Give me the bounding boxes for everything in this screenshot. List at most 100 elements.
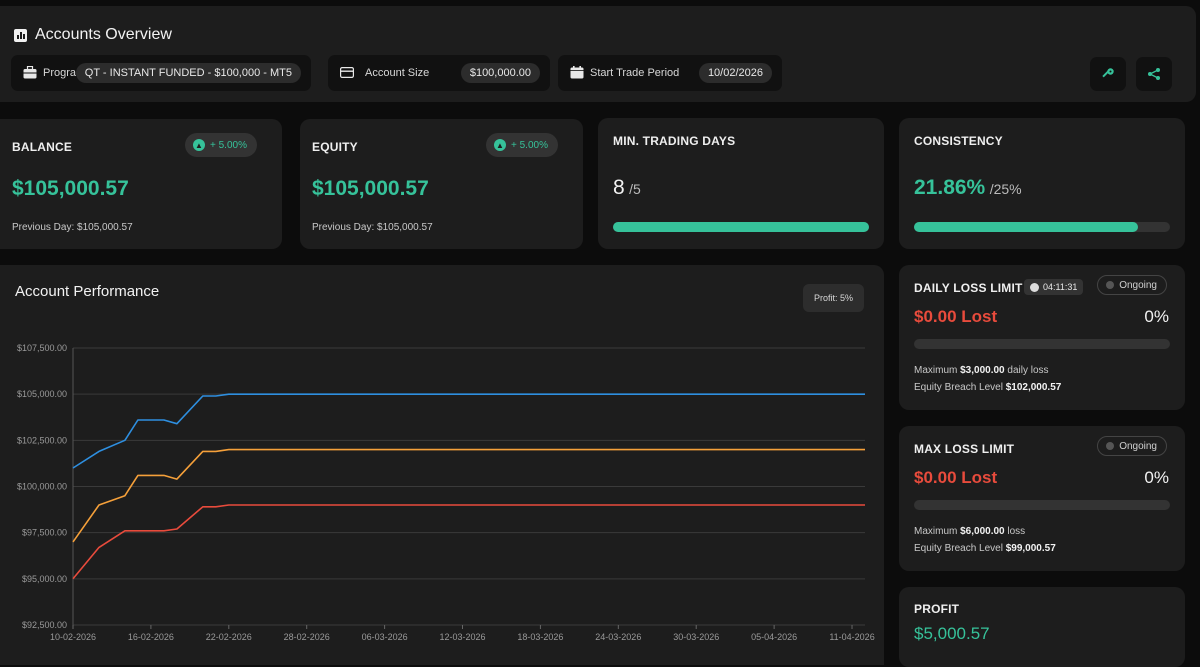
y-tick-label: $95,000.00 — [22, 574, 67, 584]
key-icon — [1102, 68, 1114, 78]
max-loss-status: Ongoing — [1097, 436, 1167, 456]
max-loss-maximum: Maximum $6,000.00 loss — [914, 526, 1025, 537]
daily-loss-timer: 04:11:31 — [1024, 279, 1084, 295]
equity-previous-day: Previous Day: $105,000.57 — [312, 222, 433, 233]
x-tick-label: 11-04-2026 — [829, 632, 874, 642]
x-tick-label: 12-03-2026 — [439, 632, 485, 642]
daily-loss-pct: 0% — [1144, 307, 1169, 326]
profit-card: PROFIT $5,000.57 — [899, 587, 1185, 667]
consistency-target: /25% — [989, 181, 1022, 197]
x-tick-label: 30-03-2026 — [673, 632, 719, 642]
start-trade-period-chip[interactable]: Start Trade Period 10/02/2026 — [558, 55, 782, 91]
x-tick-label: 10-02-2026 — [50, 632, 96, 642]
arrow-up-icon: ▲ — [494, 139, 506, 151]
status-dot-icon — [1106, 442, 1115, 450]
card-icon — [340, 67, 354, 78]
y-tick-label: $100,000.00 — [17, 482, 67, 492]
breach-prefix: Equity Breach Level — [914, 382, 1006, 393]
daily-loss-progress — [914, 339, 1170, 349]
x-tick-label: 16-02-2026 — [128, 632, 174, 642]
status-text: Ongoing — [1119, 440, 1157, 452]
start-trade-period-label: Start Trade Period — [590, 67, 680, 79]
daily-loss-status: Ongoing — [1097, 275, 1167, 295]
max-loss-limit-card: MAX LOSS LIMIT Ongoing $0.00 Lost 0% Max… — [899, 426, 1185, 571]
clock-icon — [1030, 282, 1039, 292]
equity-value: $105,000.57 — [312, 177, 429, 200]
daily-loss-breach: Equity Breach Level $102,000.57 — [914, 382, 1061, 393]
status-dot-icon — [1106, 281, 1115, 289]
daily-loss-limit-card: DAILY LOSS LIMIT 04:11:31 Ongoing $0.00 … — [899, 265, 1185, 410]
balance-card: BALANCE ▲ + 5.00% $105,000.57 Previous Da… — [0, 119, 282, 249]
x-tick-label: 28-02-2026 — [284, 632, 330, 642]
share-icon — [1148, 68, 1160, 80]
y-tick-label: $92,500.00 — [22, 620, 67, 630]
performance-chart: $92,500.00 $95,000.00 $97,500.00 $100,000.0… — [17, 343, 875, 642]
balance-change-text: + 5.00% — [210, 139, 247, 151]
min-trading-days-label: MIN. TRADING DAYS — [613, 134, 736, 148]
consistency-progress-fill — [914, 222, 1138, 232]
balance-change-badge: ▲ + 5.00% — [185, 133, 257, 157]
x-tick-label: 18-03-2026 — [517, 632, 563, 642]
program-chip[interactable]: Program QT - INSTANT FUNDED - $100,000 -… — [11, 55, 311, 91]
y-tick-label: $105,000.00 — [17, 389, 67, 399]
consistency-progress — [914, 222, 1170, 232]
account-performance-panel: Account Performance Profit: 5% $92,500.0… — [0, 265, 884, 665]
x-tick-label: 06-03-2026 — [362, 632, 408, 642]
profit-value: $5,000.57 — [914, 624, 990, 643]
accounts-overview-header: Accounts Overview Program QT - INSTANT F… — [0, 6, 1196, 102]
page-title: Accounts Overview — [14, 26, 172, 44]
consistency-label: CONSISTENCY — [914, 134, 1003, 148]
max-loss-pct: 0% — [1144, 468, 1169, 487]
max-prefix: Maximum — [914, 365, 961, 376]
arrow-up-icon: ▲ — [193, 139, 205, 151]
max-value: $3,000.00 — [960, 365, 1005, 376]
share-button[interactable] — [1136, 57, 1172, 91]
consistency-value: 21.86% /25% — [914, 176, 1022, 200]
account-size-chip[interactable]: Account Size $100,000.00 — [328, 55, 550, 91]
equity-label: EQUITY — [312, 140, 358, 154]
breach-value: $102,000.57 — [1005, 382, 1062, 393]
max-loss-label: MAX LOSS LIMIT — [914, 442, 1015, 456]
min-trading-days-value: 8 /5 — [613, 176, 641, 200]
profit-label: PROFIT — [914, 602, 960, 616]
calendar-icon — [570, 66, 584, 79]
min-days-progress-fill — [613, 222, 869, 232]
max-loss-breach: Equity Breach Level $99,000.57 — [914, 543, 1056, 554]
bar-chart-icon — [14, 28, 27, 42]
max-suffix: daily loss — [1004, 365, 1049, 376]
balance-value: $105,000.57 — [12, 177, 129, 200]
breach-value: $99,000.57 — [1005, 543, 1056, 554]
x-tick-label: 24-03-2026 — [595, 632, 641, 642]
breach-prefix: Equity Breach Level — [914, 543, 1006, 554]
start-trade-period-value: 10/02/2026 — [698, 63, 772, 83]
series-line-1 — [72, 393, 865, 469]
min-days-count: 8 — [613, 176, 625, 199]
status-text: Ongoing — [1119, 279, 1157, 291]
daily-loss-value: $0.00 Lost — [914, 307, 998, 326]
x-tick-label: 22-02-2026 — [206, 632, 252, 642]
max-suffix: loss — [1004, 526, 1026, 537]
equity-change-text: + 5.00% — [511, 139, 548, 151]
credentials-button[interactable] — [1090, 57, 1126, 91]
x-tick-label: 05-04-2026 — [751, 632, 797, 642]
min-trading-days-card: MIN. TRADING DAYS 8 /5 — [598, 118, 884, 249]
daily-loss-maximum: Maximum $3,000.00 daily loss — [914, 365, 1049, 376]
max-loss-value: $0.00 Lost — [914, 468, 998, 487]
y-tick-label: $107,500.00 — [17, 343, 67, 353]
balance-previous-day: Previous Day: $105,000.57 — [12, 222, 133, 233]
equity-change-badge: ▲ + 5.00% — [486, 133, 558, 157]
timer-text: 04:11:31 — [1043, 282, 1078, 292]
equity-card: EQUITY ▲ + 5.00% $105,000.57 Previous Day… — [300, 119, 583, 249]
consistency-pct: 21.86% — [914, 176, 986, 199]
account-size-value: $100,000.00 — [460, 63, 540, 83]
min-days-target: /5 — [629, 181, 641, 197]
balance-label: BALANCE — [12, 140, 73, 154]
daily-loss-label: DAILY LOSS LIMIT — [914, 281, 1023, 295]
consistency-card: CONSISTENCY 21.86% /25% — [899, 118, 1185, 249]
program-value: QT - INSTANT FUNDED - $100,000 - MT5 — [75, 63, 301, 83]
y-tick-label: $102,500.00 — [17, 435, 67, 445]
min-days-progress — [613, 222, 869, 232]
series-line-2 — [72, 448, 865, 543]
y-tick-label: $97,500.00 — [22, 528, 67, 538]
max-value: $6,000.00 — [960, 526, 1005, 537]
